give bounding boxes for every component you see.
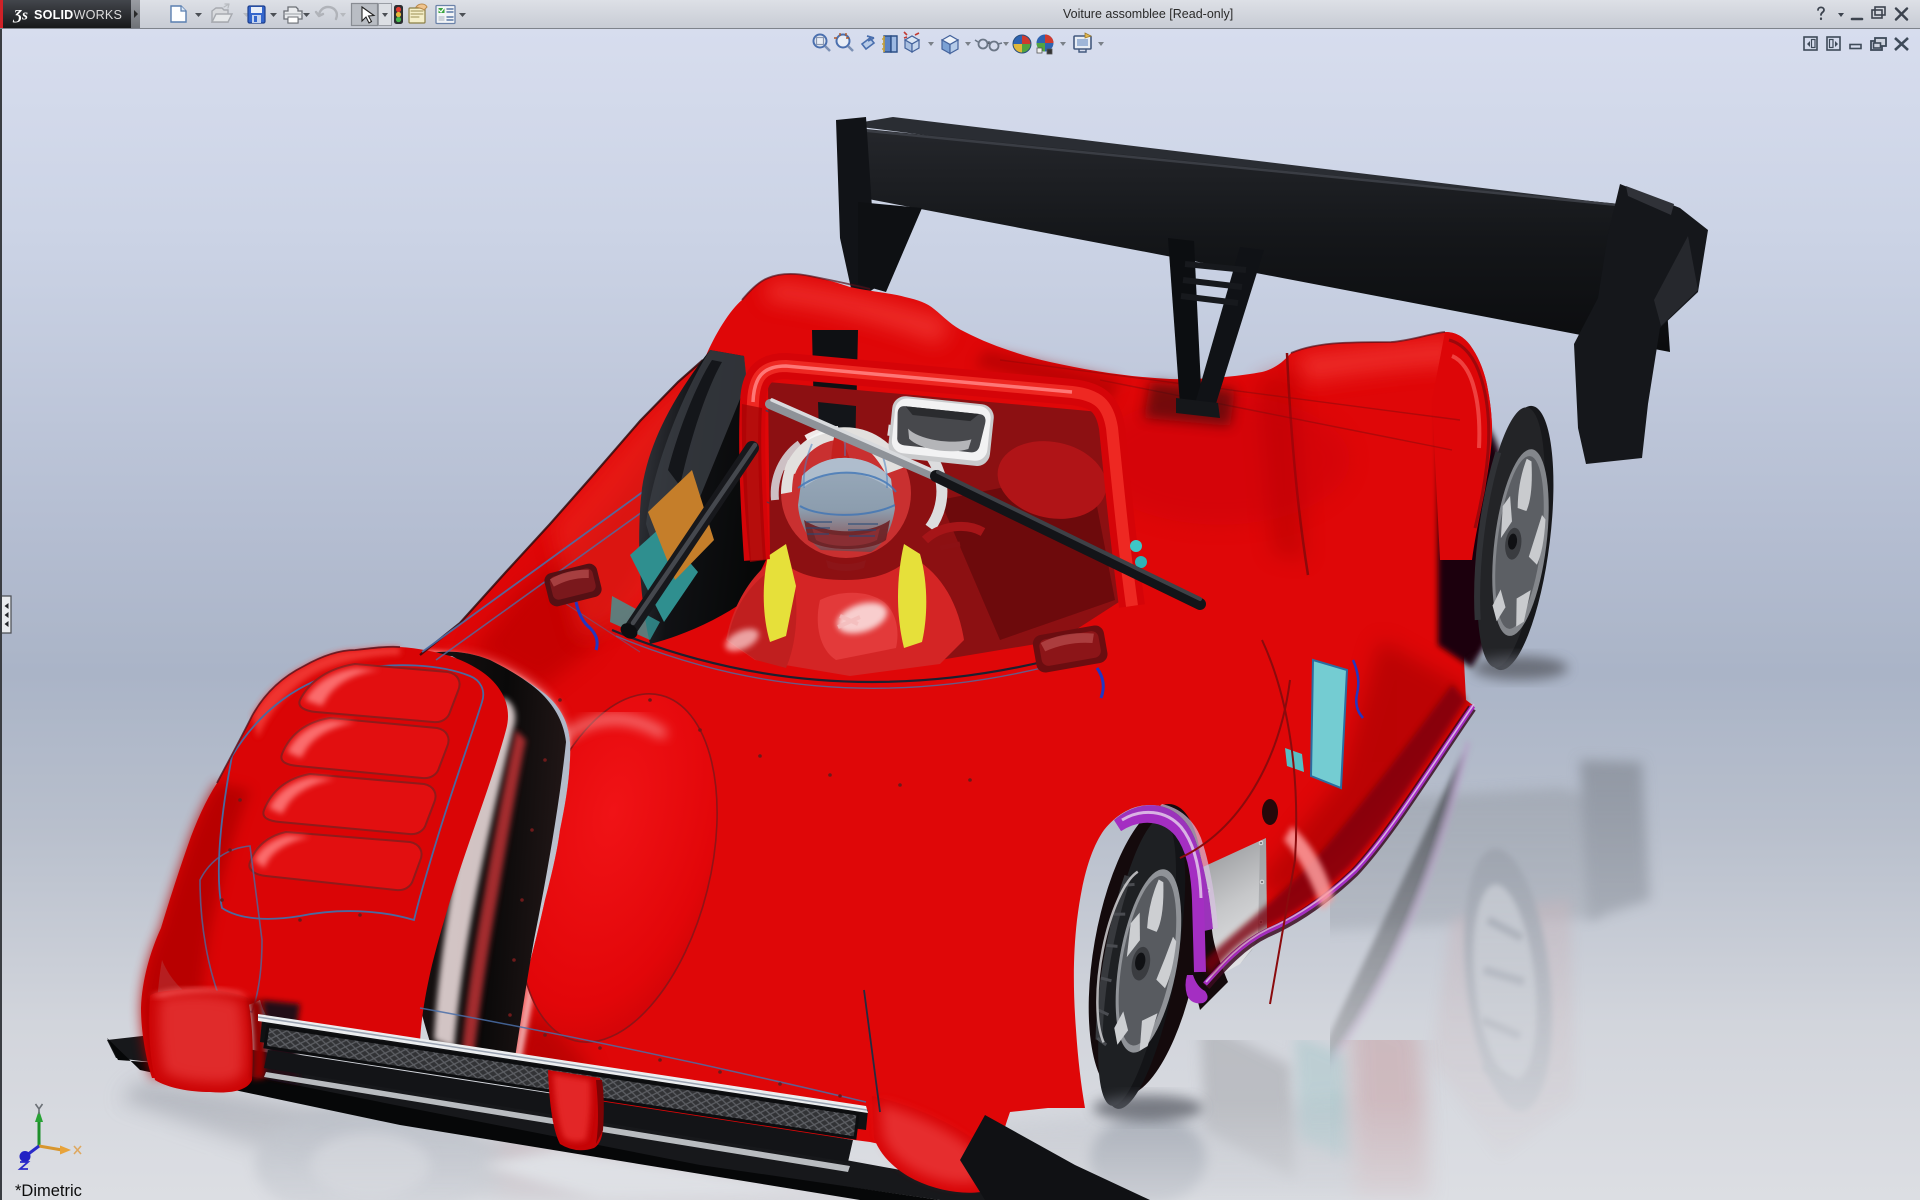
- svg-text:*Dimetric: *Dimetric: [15, 1182, 82, 1200]
